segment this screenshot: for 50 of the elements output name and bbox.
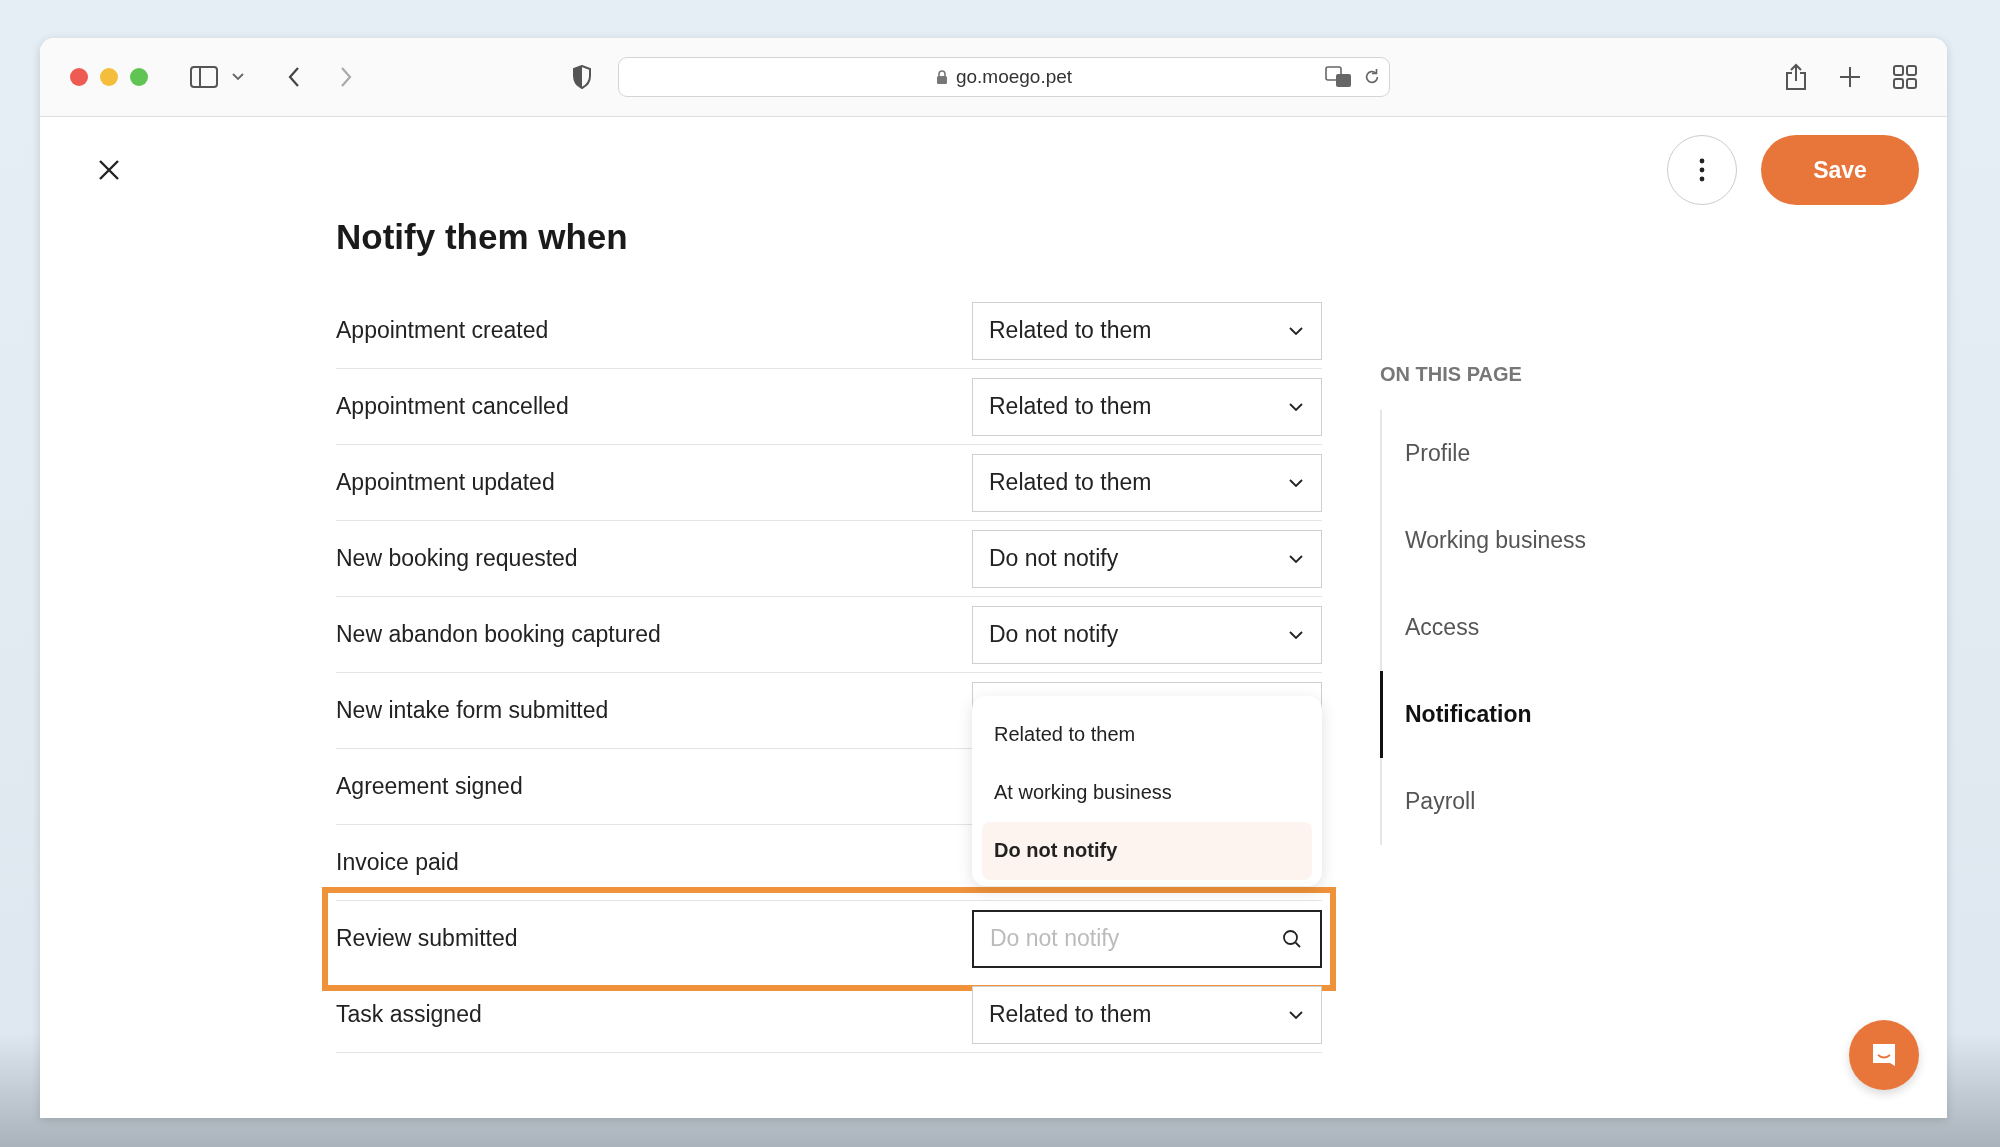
setting-label: Task assigned <box>336 1001 482 1028</box>
more-icon <box>1699 158 1705 182</box>
translate-icon[interactable] <box>1325 66 1353 88</box>
setting-label: New booking requested <box>336 545 578 572</box>
toc-heading: ON THIS PAGE <box>1380 363 1523 386</box>
setting-label: Appointment cancelled <box>336 393 569 420</box>
chevron-down-icon <box>1289 630 1303 639</box>
close-window-button[interactable] <box>70 68 88 86</box>
notify-select[interactable]: Do not notify <box>972 605 1322 664</box>
dropdown-option[interactable]: Do not notify <box>982 821 1312 880</box>
setting-label: Appointment updated <box>336 469 555 496</box>
toc-link[interactable]: Payroll <box>1380 758 1587 845</box>
plus-icon[interactable] <box>1839 66 1861 88</box>
sidebar-icon[interactable] <box>190 66 218 88</box>
close-icon[interactable] <box>98 159 120 181</box>
setting-label: New abandon booking captured <box>336 621 661 648</box>
chevron-down-icon <box>1289 554 1303 563</box>
toc-link[interactable]: Notification <box>1380 671 1587 758</box>
chevron-down-icon <box>1289 478 1303 487</box>
notify-select[interactable]: Related to them <box>972 453 1322 512</box>
chevron-down-icon <box>1289 1010 1303 1019</box>
search-field[interactable]: Do not notify <box>972 909 1322 968</box>
chevron-down-icon <box>1289 402 1303 411</box>
notify-select[interactable]: Related to them <box>972 985 1322 1044</box>
back-icon[interactable] <box>288 67 300 87</box>
notify-select[interactable]: Related to them <box>972 301 1322 360</box>
setting-label: Appointment created <box>336 317 549 344</box>
notify-select[interactable]: Related to them <box>972 377 1322 436</box>
setting-label: Agreement signed <box>336 773 523 800</box>
tabs-grid-icon[interactable] <box>1893 65 1917 89</box>
reload-icon[interactable] <box>1363 68 1381 86</box>
notify-select[interactable]: Do not notify <box>972 529 1322 588</box>
search-icon <box>1282 928 1302 949</box>
chevron-down-icon[interactable] <box>232 73 244 81</box>
share-icon[interactable] <box>1785 63 1807 91</box>
toc-link[interactable]: Working business <box>1380 497 1587 584</box>
toc-link[interactable]: Access <box>1380 584 1587 671</box>
setting-label: Invoice paid <box>336 849 459 876</box>
chevron-down-icon <box>1289 326 1303 335</box>
lock-icon <box>935 69 948 85</box>
dropdown-option[interactable]: Related to them <box>982 705 1312 764</box>
url-text: go.moego.pet <box>955 66 1073 88</box>
dropdown-option[interactable]: At working business <box>982 763 1312 822</box>
chat-button[interactable] <box>1849 1020 1919 1090</box>
shield-icon[interactable] <box>572 65 592 89</box>
address-bar[interactable]: go.moego.pet <box>618 57 1390 97</box>
setting-label: New intake form submitted <box>336 697 609 724</box>
setting-label: Review submitted <box>336 925 518 952</box>
section-title: Notify them when <box>336 217 629 257</box>
toc-link[interactable]: Profile <box>1380 410 1587 497</box>
